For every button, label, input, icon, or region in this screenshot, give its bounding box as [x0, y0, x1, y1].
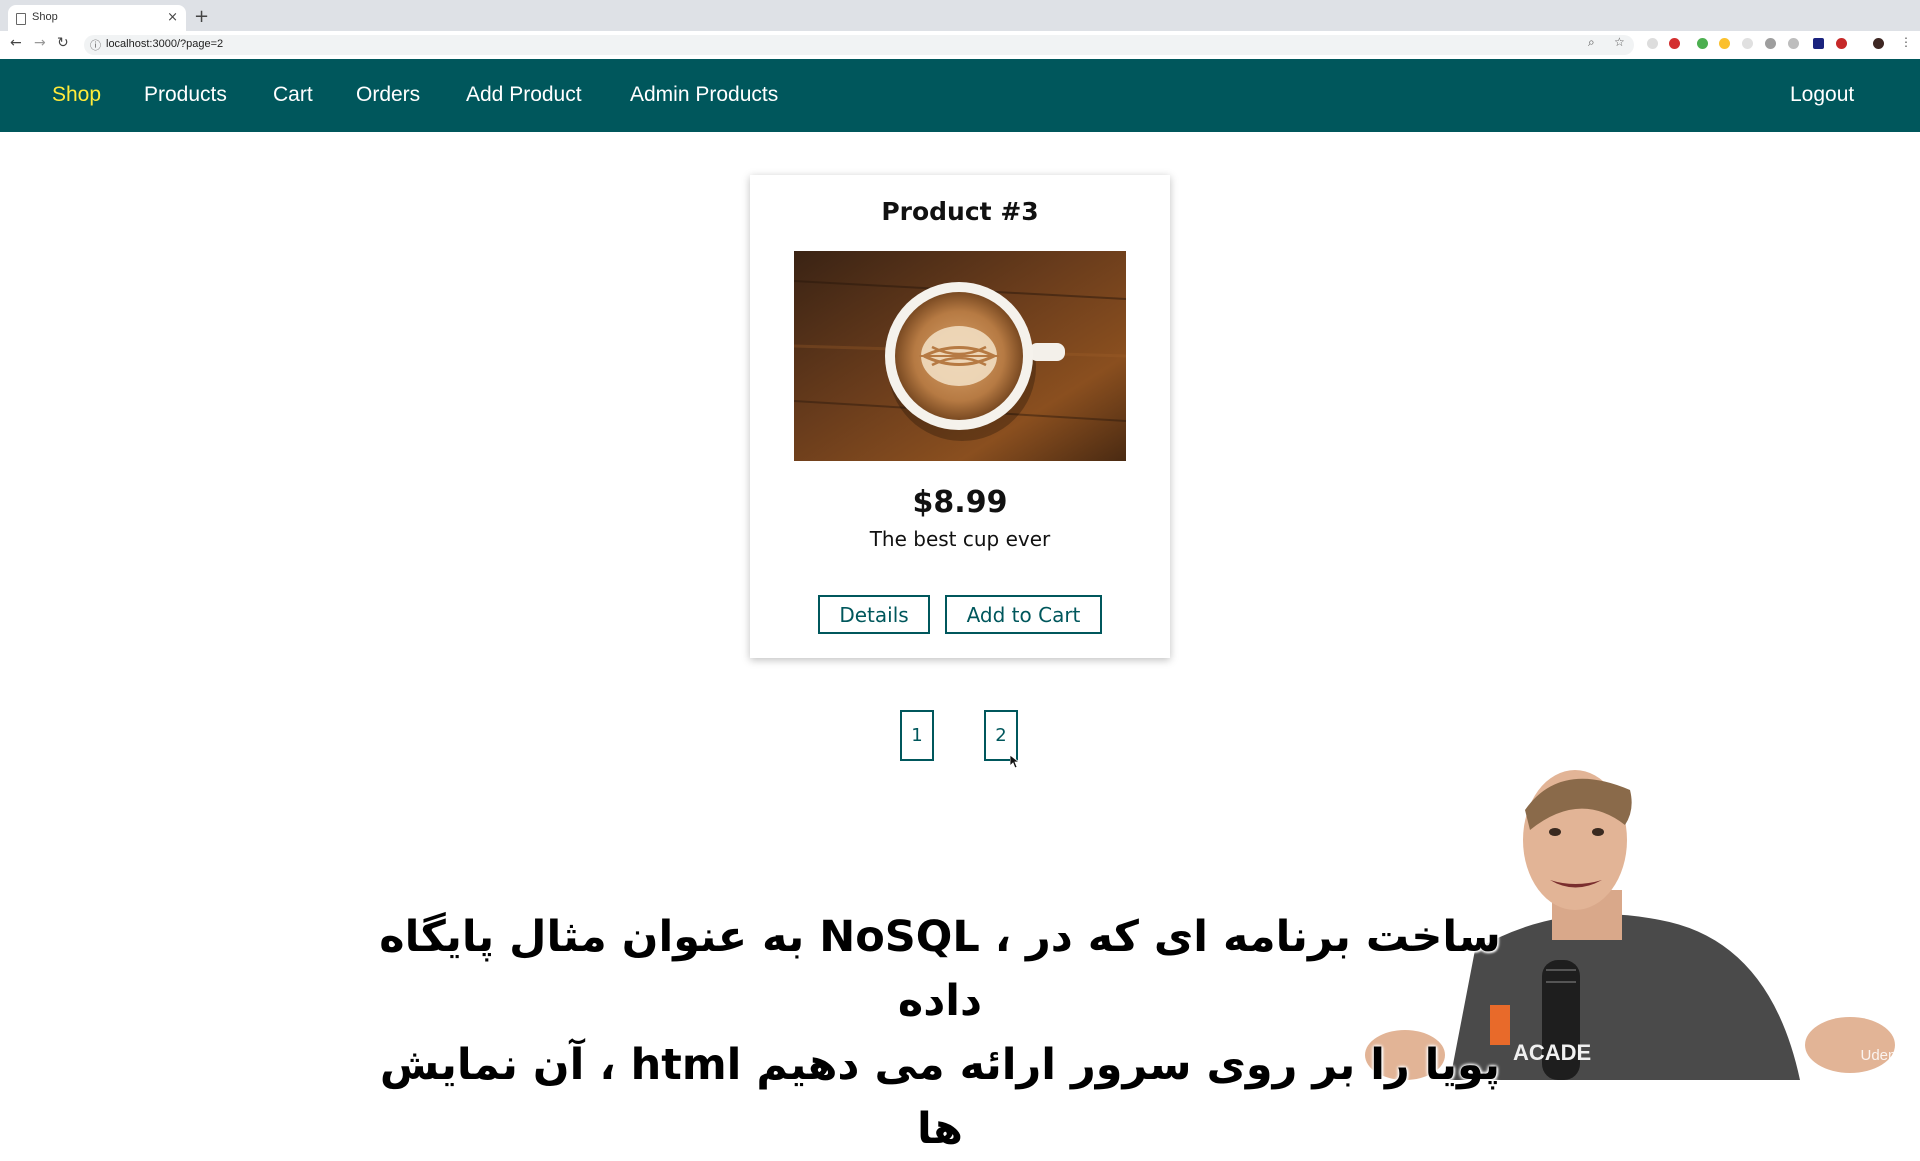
- profile-avatar[interactable]: [1873, 38, 1884, 49]
- site-info-icon[interactable]: ⓘ: [90, 37, 101, 53]
- nav-cart[interactable]: Cart: [273, 83, 313, 107]
- subtitle-line-2: پویا را بر روی سرور ارائه می دهیم html ،…: [379, 1040, 1501, 1154]
- extension-icon[interactable]: [1788, 38, 1799, 49]
- extension-icon[interactable]: [1719, 38, 1730, 49]
- extension-icon[interactable]: [1669, 38, 1680, 49]
- logout-button[interactable]: Logout: [1790, 83, 1854, 107]
- details-button[interactable]: Details: [818, 595, 930, 634]
- new-tab-button[interactable]: +: [194, 6, 209, 27]
- extension-icon[interactable]: [1765, 38, 1776, 49]
- bookmark-star-icon[interactable]: ☆: [1614, 35, 1625, 49]
- browser-toolbar: ← → ↻ ⓘ localhost:3000/?page=2 ⌕ ☆ ⋮: [0, 31, 1920, 60]
- extension-icon[interactable]: [1742, 38, 1753, 49]
- mouse-cursor-icon: [1010, 755, 1020, 769]
- browser-tab[interactable]: Shop ×: [8, 5, 186, 31]
- page-link-2[interactable]: 2: [984, 710, 1018, 761]
- product-title: Product #3: [881, 197, 1039, 226]
- product-price: $8.99: [912, 485, 1008, 520]
- nav-products[interactable]: Products: [144, 83, 227, 107]
- document-icon: [16, 13, 26, 25]
- main-navigation: Shop Products Cart Orders Add Product Ad…: [0, 59, 1920, 132]
- tab-title: Shop: [32, 11, 58, 23]
- shirt-logo-text: ACADE: [1513, 1040, 1591, 1065]
- extension-icon[interactable]: [1813, 38, 1824, 49]
- menu-icon[interactable]: ⋮: [1900, 35, 1912, 49]
- nav-shop[interactable]: Shop: [52, 83, 101, 107]
- close-tab-icon[interactable]: ×: [167, 10, 178, 25]
- extension-icon[interactable]: [1697, 38, 1708, 49]
- page-link-1[interactable]: 1: [900, 710, 934, 761]
- udemy-watermark: Udemy: [1860, 1047, 1908, 1064]
- browser-tab-strip: Shop × +: [0, 0, 1920, 31]
- nav-admin-products[interactable]: Admin Products: [630, 83, 778, 107]
- product-image: [794, 251, 1126, 461]
- product-card: Product #3 $8.99 The best cup ever Detai…: [750, 175, 1170, 658]
- forward-icon[interactable]: →: [34, 35, 46, 51]
- address-bar[interactable]: ⓘ localhost:3000/?page=2: [84, 35, 1634, 55]
- subtitle-line-1: ساخت برنامه ای که در ، NoSQL به عنوان مث…: [379, 912, 1501, 1026]
- back-icon[interactable]: ←: [10, 35, 22, 51]
- subtitle-overlay: ساخت برنامه ای که در ، NoSQL به عنوان مث…: [360, 905, 1520, 1161]
- reload-icon[interactable]: ↻: [57, 35, 69, 51]
- extension-icon[interactable]: [1836, 38, 1847, 49]
- nav-add-product[interactable]: Add Product: [466, 83, 582, 107]
- product-description: The best cup ever: [869, 527, 1051, 551]
- extension-icon[interactable]: [1647, 38, 1658, 49]
- add-to-cart-button[interactable]: Add to Cart: [945, 595, 1102, 634]
- url-text: localhost:3000/?page=2: [106, 38, 224, 50]
- zoom-icon[interactable]: ⌕: [1588, 35, 1595, 50]
- nav-orders[interactable]: Orders: [356, 83, 420, 107]
